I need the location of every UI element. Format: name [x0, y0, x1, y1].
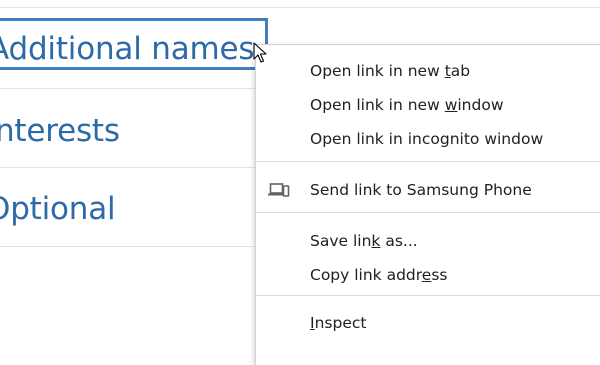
menu-item-label: Send link to Samsung Phone	[310, 181, 532, 199]
context-menu: Open link in new tab Open link in new wi…	[255, 44, 600, 365]
menu-item-open-incognito[interactable]: Open link in incognito window	[256, 122, 600, 156]
menu-item-label: Save link as...	[310, 232, 418, 250]
row-divider	[0, 246, 262, 247]
menu-item-save-link-as[interactable]: Save link as...	[256, 224, 600, 258]
menu-item-label: Open link in incognito window	[310, 130, 544, 148]
top-divider	[0, 7, 600, 8]
menu-separator	[256, 161, 600, 162]
menu-item-open-new-window[interactable]: Open link in new window	[256, 88, 600, 122]
menu-separator	[256, 212, 600, 213]
menu-item-inspect[interactable]: Inspect	[256, 306, 600, 340]
row-divider	[0, 88, 262, 89]
menu-item-open-new-tab[interactable]: Open link in new tab	[256, 54, 600, 88]
menu-item-label: Inspect	[310, 314, 367, 332]
menu-separator	[256, 295, 600, 296]
menu-item-label: Open link in new tab	[310, 62, 471, 80]
row-divider	[0, 167, 262, 168]
menu-item-send-to-phone[interactable]: Send link to Samsung Phone	[256, 173, 600, 207]
menu-item-label: Open link in new window	[310, 96, 504, 114]
menu-item-copy-link-address[interactable]: Copy link address	[256, 258, 600, 292]
mouse-pointer-icon	[253, 42, 267, 63]
device-send-icon	[268, 183, 290, 197]
menu-item-label: Copy link address	[310, 266, 448, 284]
link-additional-names[interactable]: Additional names	[0, 30, 255, 68]
link-interests[interactable]: Interests	[0, 112, 120, 150]
link-optional[interactable]: Optional	[0, 190, 116, 228]
